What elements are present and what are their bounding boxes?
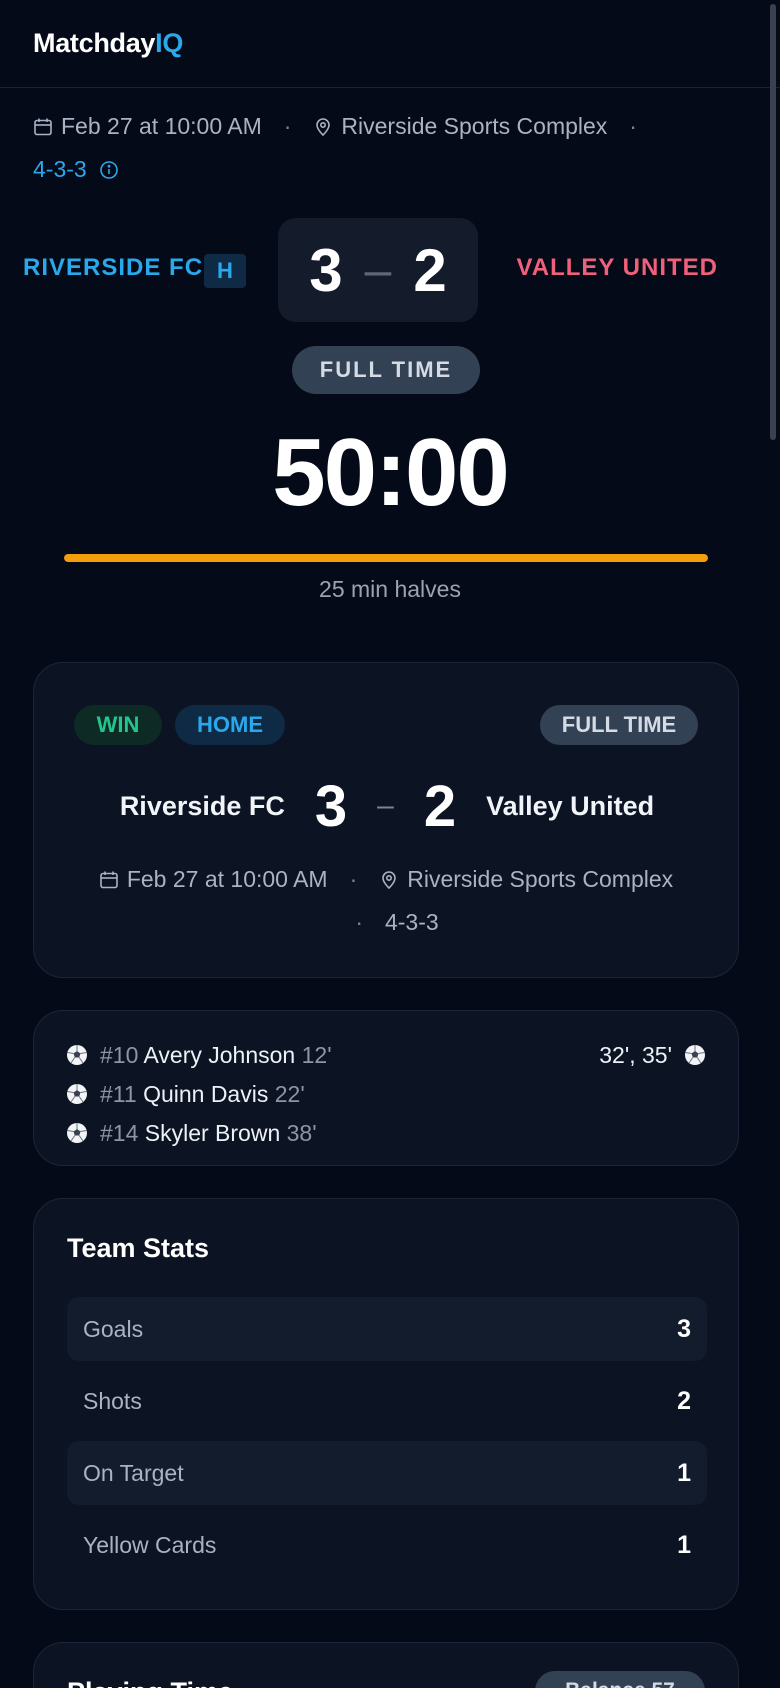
summary-away-team: Valley United: [486, 790, 655, 821]
stat-row-on-target: On Target 1: [67, 1441, 707, 1505]
away-score: 2: [413, 236, 447, 304]
match-meta: Feb 27 at 10:00 AM · Riverside Sports Com…: [33, 106, 740, 192]
match-clock: 50:00: [272, 419, 510, 526]
separator-dot: ·: [283, 113, 292, 139]
scorer-row: #14 Skyler Brown 38': [66, 1115, 332, 1154]
soccer-ball-icon: [66, 1079, 88, 1115]
summary-away-score: 2: [423, 773, 457, 839]
scorer-minute: 38': [286, 1120, 317, 1146]
stat-label: On Target: [83, 1459, 184, 1486]
result-pill: WIN: [74, 705, 162, 745]
map-pin-icon: [379, 862, 399, 902]
summary-formation: 4-3-3: [384, 909, 439, 935]
logo-main: Matchday: [33, 28, 156, 58]
scorer-name: Quinn Davis: [143, 1081, 269, 1107]
summary-home-score: 3: [314, 773, 348, 839]
away-goal-minutes: 32', 35': [599, 1042, 672, 1068]
home-badge: H: [204, 254, 246, 288]
match-venue: Riverside Sports Complex: [341, 113, 608, 139]
scorer-row: #11 Quinn Davis 22': [66, 1076, 332, 1115]
stat-label: Yellow Cards: [83, 1531, 217, 1558]
stat-row-yellow-cards: Yellow Cards 1: [67, 1513, 707, 1577]
team-stats-card: Team Stats Goals 3 Shots 2 On Target 1 Y…: [33, 1198, 739, 1610]
team-stats-title: Team Stats: [67, 1233, 210, 1263]
stat-label: Shots: [83, 1387, 142, 1414]
match-status-pill: FULL TIME: [292, 346, 480, 394]
score-dash: –: [364, 243, 392, 297]
stat-label: Goals: [83, 1315, 144, 1342]
scorer-row: #10 Avery Johnson 12': [66, 1037, 332, 1076]
match-datetime: Feb 27 at 10:00 AM: [61, 113, 262, 139]
clock-progress-bar: [64, 554, 708, 562]
playing-time-card: Playing Time Balance 57: [33, 1642, 739, 1688]
scorer-minute: 22': [274, 1081, 305, 1107]
summary-datetime: Feb 27 at 10:00 AM: [126, 866, 328, 892]
soccer-ball-icon: [66, 1118, 88, 1154]
scorer-name: Avery Johnson: [143, 1042, 296, 1068]
status-pill: FULL TIME: [540, 705, 698, 745]
scorer-name: Skyler Brown: [144, 1120, 281, 1146]
map-pin-icon: [313, 109, 333, 149]
stat-value: 3: [677, 1314, 691, 1343]
separator-dot: ·: [349, 866, 358, 892]
away-goals: 32', 35': [599, 1037, 706, 1076]
info-icon[interactable]: [99, 152, 119, 192]
scorer-number: #11: [100, 1081, 137, 1107]
halves-label: 25 min halves: [319, 576, 461, 602]
summary-home-team: Riverside FC: [119, 790, 285, 821]
home-team-name: RIVERSIDE FC: [23, 254, 204, 281]
goal-scorers-card: #10 Avery Johnson 12' #11 Quinn Davis 22…: [33, 1010, 739, 1166]
soccer-ball-icon: [684, 1040, 706, 1076]
stat-value: 1: [677, 1458, 691, 1487]
app-logo[interactable]: MatchdayIQ: [33, 28, 183, 59]
playing-time-title: Playing Time: [67, 1677, 233, 1688]
summary-meta: Feb 27 at 10:00 AM · Riverside Sports Com…: [74, 859, 698, 942]
stat-row-shots: Shots 2: [67, 1369, 707, 1433]
match-formation[interactable]: 4-3-3: [33, 156, 87, 182]
clock-progress-fill: [64, 554, 708, 562]
scorer-number: #10: [100, 1042, 139, 1068]
calendar-icon: [99, 862, 119, 902]
page-scrollbar[interactable]: [770, 4, 776, 440]
scoreboard: RIVERSIDE FC H 3 – 2 VALLEY UNITED: [0, 218, 780, 322]
balance-pill[interactable]: Balance 57: [535, 1671, 705, 1688]
separator-dot: ·: [629, 113, 637, 139]
home-score: 3: [309, 236, 343, 304]
scorer-minute: 12': [301, 1042, 332, 1068]
top-bar: MatchdayIQ: [0, 0, 780, 88]
logo-accent: IQ: [155, 28, 184, 58]
home-away-pill: HOME: [175, 705, 285, 745]
summary-scoreline: Riverside FC 3 – 2 Valley United: [34, 771, 740, 841]
summary-venue: Riverside Sports Complex: [407, 866, 674, 892]
away-team-name: VALLEY UNITED: [516, 254, 718, 281]
stat-row-goals: Goals 3: [67, 1297, 707, 1361]
stat-value: 2: [677, 1386, 691, 1415]
soccer-ball-icon: [66, 1040, 88, 1076]
summary-dash: –: [377, 789, 394, 822]
score-box: 3 – 2: [278, 218, 478, 322]
home-scorers: #10 Avery Johnson 12' #11 Quinn Davis 22…: [66, 1037, 332, 1154]
stat-value: 1: [677, 1530, 691, 1559]
calendar-icon: [33, 109, 53, 149]
match-summary-card[interactable]: WIN HOME FULL TIME Riverside FC 3 – 2 Va…: [33, 662, 739, 978]
scorer-number: #14: [100, 1120, 139, 1146]
separator-dot: ·: [355, 909, 363, 935]
